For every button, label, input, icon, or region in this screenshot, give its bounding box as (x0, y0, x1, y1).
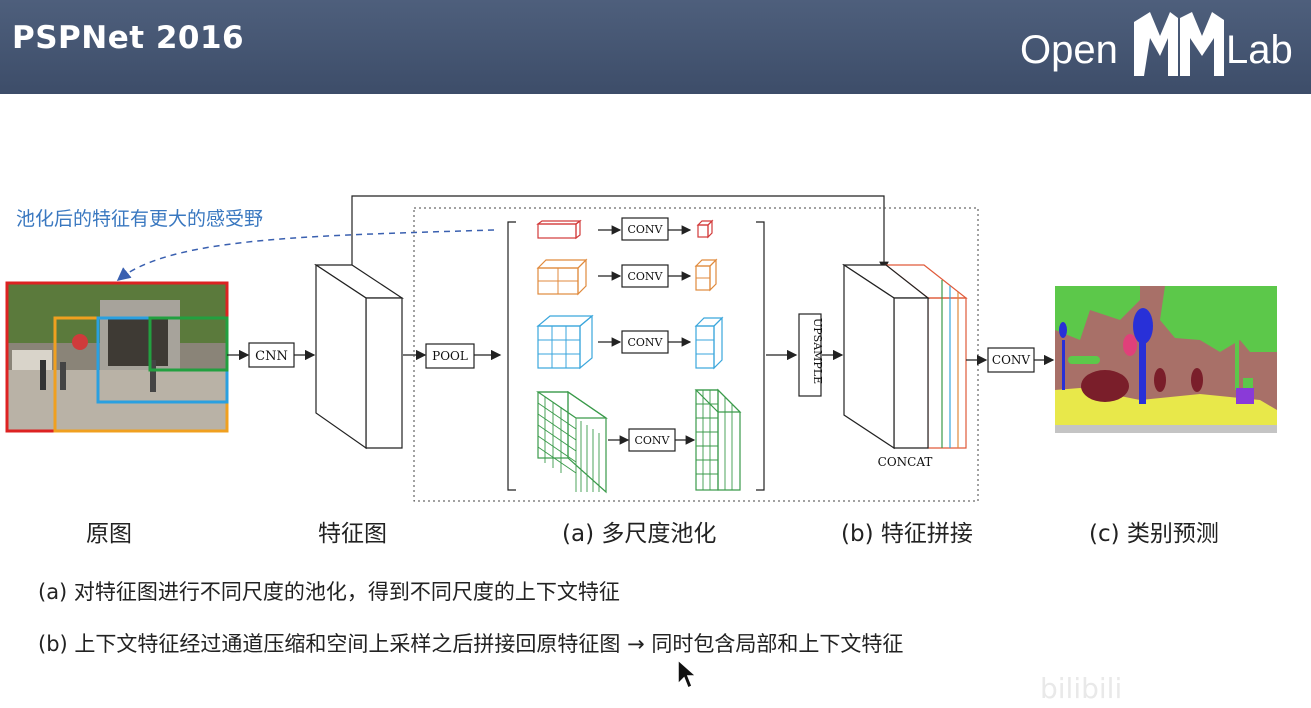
note-b: (b) 上下文特征经过通道压缩和空间上采样之后拼接回原特征图 → 同时包含局部和… (38, 632, 904, 656)
note-a: (a) 对特征图进行不同尺度的池化，得到不同尺度的上下文特征 (38, 580, 620, 604)
cnn-label: CNN (255, 349, 288, 364)
pool-level-6: CONV (536, 388, 742, 494)
caption-class-prediction: (c) 类别预测 (1089, 521, 1219, 547)
annotation-arrow (116, 229, 495, 281)
caption-original: 原图 (86, 521, 132, 547)
pool-level-3: CONV (536, 314, 724, 370)
feature-map-block (314, 263, 404, 450)
final-conv-label: CONV (992, 353, 1031, 367)
pool-level-2: CONV (536, 258, 718, 296)
pool-label: POOL (432, 349, 468, 363)
conv-label-6: CONV (634, 434, 670, 447)
caption-feature-map: 特征图 (318, 521, 387, 547)
concat-block (842, 263, 968, 450)
caption-feature-concat: (b) 特征拼接 (841, 521, 973, 547)
conv-label-2: CONV (627, 270, 663, 283)
conv-label-3: CONV (627, 336, 663, 349)
mouse-cursor-icon (677, 658, 698, 690)
upsample-label: UPSAMPLE (811, 318, 824, 384)
original-image (5, 281, 229, 433)
conv-label-1: CONV (627, 223, 663, 236)
segmentation-output (1055, 286, 1277, 433)
concat-label: CONCAT (878, 455, 933, 469)
pool-level-1: CONV (536, 217, 714, 241)
caption-multiscale-pooling: (a) 多尺度池化 (562, 521, 717, 547)
bilibili-watermark: bilibili (1040, 672, 1123, 705)
skip-connection (351, 195, 889, 272)
